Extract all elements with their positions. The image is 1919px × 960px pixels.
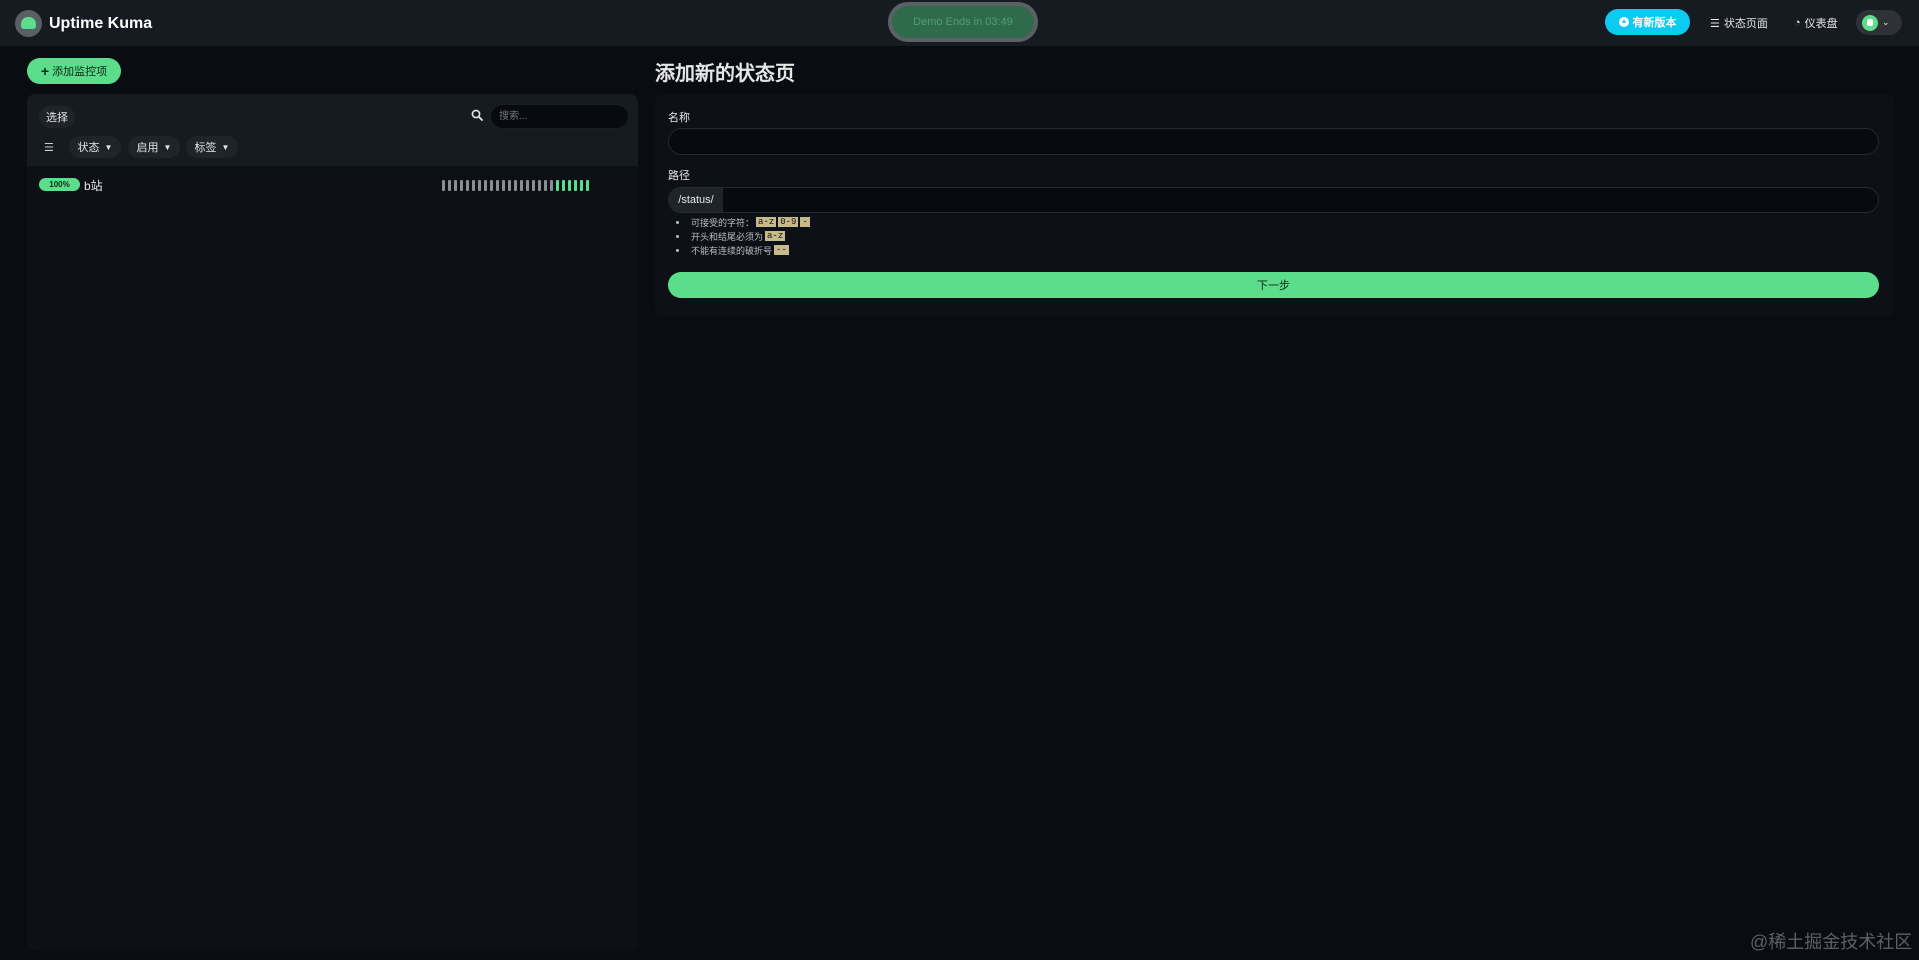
bullet — [676, 248, 679, 252]
heartbeat-beat — [580, 180, 583, 191]
uptime-badge: 100% — [39, 178, 80, 191]
add-status-page-form: 名称 路径 /status/ 可接受的字符： a-z 0-9 - 开头和结尾必须… — [655, 94, 1894, 316]
chevron-down-icon: ▼ — [221, 142, 230, 152]
status-pages-link[interactable]: ☰ 状态页面 — [1710, 15, 1768, 31]
heartbeat-beat — [538, 180, 541, 191]
active-filter-label: 启用 — [136, 142, 159, 154]
rule-code: 0-9 — [778, 217, 799, 227]
brand[interactable]: Uptime Kuma — [15, 10, 152, 37]
dashboard-label: 仪表盘 — [1804, 18, 1838, 30]
heartbeat-beat — [466, 180, 469, 191]
rule-code: a-z — [765, 231, 786, 241]
chevron-down-icon: ▼ — [104, 142, 113, 152]
new-version-button[interactable]: 有新版本 — [1605, 9, 1690, 35]
path-rules-list: 可接受的字符： a-z 0-9 - 开头和结尾必须为 a-z 不能有连续的破折号… — [676, 215, 810, 257]
path-prefix: /status/ — [669, 188, 723, 212]
heartbeat-beat — [532, 180, 535, 191]
gauge-icon: ◔ — [1794, 17, 1801, 29]
add-monitor-button[interactable]: + 添加监控项 — [27, 58, 121, 84]
rule-text: 开头和结尾必须为 — [691, 231, 764, 242]
heartbeat-beat — [562, 180, 565, 191]
heartbeat-beat — [586, 180, 589, 191]
next-button[interactable]: 下一步 — [668, 272, 1879, 298]
heartbeat-beat — [490, 180, 493, 191]
active-filter-dropdown[interactable]: 启用 ▼ — [128, 136, 180, 158]
name-input[interactable] — [668, 128, 1879, 155]
avatar — [1862, 14, 1878, 31]
heartbeat-beat — [496, 180, 499, 191]
heartbeat-beat — [544, 180, 547, 191]
monitor-name: b站 — [84, 179, 103, 193]
name-label: 名称 — [668, 112, 690, 124]
heartbeat-beat — [478, 180, 481, 191]
search-input[interactable] — [490, 104, 629, 129]
search-icon — [471, 109, 483, 121]
heartbeat-beat — [484, 180, 487, 191]
watermark: @稀土掘金技术社区 — [1750, 932, 1913, 952]
chevron-down-icon: ⌄ — [1882, 17, 1890, 27]
path-rule: 可接受的字符： a-z 0-9 - — [676, 215, 810, 229]
tags-filter-label: 标签 — [194, 142, 217, 154]
profile-dropdown[interactable]: ⌄ — [1856, 10, 1902, 35]
heartbeat-beat — [442, 180, 445, 191]
chevron-down-icon: ▼ — [163, 142, 172, 152]
heartbeat-beat — [508, 180, 511, 191]
new-version-label: 有新版本 — [1632, 17, 1677, 29]
top-navbar: Uptime Kuma Demo Ends in 03:49 有新版本 ☰ 状态… — [0, 0, 1919, 46]
rule-code: -- — [774, 245, 789, 255]
path-label: 路径 — [668, 170, 690, 182]
list-view-icon[interactable]: ☰ — [44, 141, 54, 154]
monitor-list-item[interactable]: 100% b站 — [27, 170, 638, 200]
heartbeat-beat — [550, 180, 553, 191]
path-rule: 不能有连续的破折号 -- — [676, 243, 810, 257]
monitor-list-panel: 选择 ☰ 状态 ▼ 启用 ▼ 标签 ▼ 100% b站 — [27, 94, 638, 951]
heartbeat-beat — [574, 180, 577, 191]
monitor-list-toolbar: 选择 ☰ 状态 ▼ 启用 ▼ 标签 ▼ — [27, 94, 638, 166]
select-button[interactable]: 选择 — [39, 106, 75, 128]
heartbeat-beat — [448, 180, 451, 191]
uptime-kuma-logo-icon — [15, 10, 42, 37]
page-title: 添加新的状态页 — [655, 63, 795, 85]
tags-filter-dropdown[interactable]: 标签 ▼ — [186, 136, 238, 158]
rule-text: 不能有连续的破折号 — [691, 245, 773, 256]
heartbeat-beat — [520, 180, 523, 191]
rule-text: 可接受的字符： — [691, 217, 755, 228]
heartbeat-beat — [514, 180, 517, 191]
heartbeat-beat — [568, 180, 571, 191]
heartbeat-beat — [472, 180, 475, 191]
path-rule: 开头和结尾必须为 a-z — [676, 229, 810, 243]
heartbeat-beat — [556, 180, 559, 191]
heartbeat-beat — [460, 180, 463, 191]
rule-code: a-z — [756, 217, 777, 227]
dashboard-link[interactable]: ◔ 仪表盘 — [1794, 15, 1838, 31]
app-title: Uptime Kuma — [49, 14, 153, 32]
list-icon: ☰ — [1710, 17, 1720, 30]
heartbeat-beat — [526, 180, 529, 191]
plus-icon: + — [40, 63, 50, 79]
add-monitor-label: 添加监控项 — [52, 66, 108, 78]
status-filter-label: 状态 — [77, 142, 100, 154]
status-filter-dropdown[interactable]: 状态 ▼ — [69, 136, 121, 158]
heartbeat-bar — [442, 180, 589, 191]
demo-timer-badge: Demo Ends in 03:49 — [888, 2, 1038, 42]
rule-code: - — [800, 217, 810, 227]
arrow-up-circle-icon — [1618, 17, 1629, 27]
path-input-group[interactable]: /status/ — [668, 187, 1879, 213]
status-pages-label: 状态页面 — [1723, 18, 1768, 30]
heartbeat-beat — [454, 180, 457, 191]
bullet — [676, 220, 679, 224]
bullet — [676, 234, 679, 238]
heartbeat-beat — [502, 180, 505, 191]
